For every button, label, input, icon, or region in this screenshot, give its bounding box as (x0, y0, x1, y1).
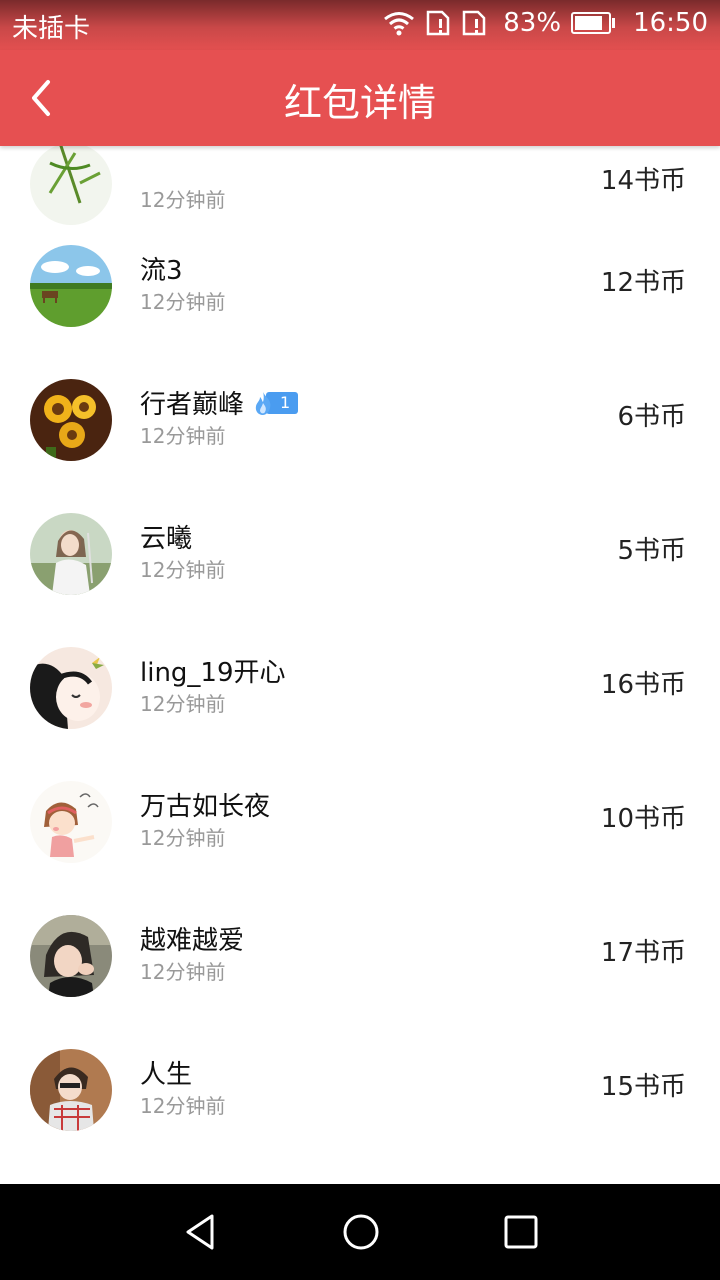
receive-time: 12分钟前 (140, 1094, 226, 1118)
battery-percent: 83% (503, 8, 562, 38)
sim-alert-icon-2 (461, 10, 487, 36)
sim-alert-icon (425, 10, 451, 36)
coin-amount: 6书币 (617, 402, 686, 432)
record-row[interactable]: 万古如长夜 12分钟前 10书币 (0, 764, 720, 898)
record-row[interactable]: 越难越爱 12分钟前 17书币 (0, 898, 720, 1032)
clock: 16:50 (633, 8, 708, 38)
system-navigation-bar (0, 1184, 720, 1280)
record-row[interactable]: 行者巅峰 1 12分钟前 6书币 (0, 362, 720, 496)
record-row[interactable]: 云曦 12分钟前 5书币 (0, 496, 720, 630)
user-name: ling_19开心 (140, 658, 286, 688)
wifi-icon (383, 10, 415, 36)
triangle-back-icon (186, 1214, 214, 1250)
receive-time: 12分钟前 (140, 290, 226, 314)
flame-icon (255, 391, 271, 415)
record-row[interactable]: ling_19开心 12分钟前 16书币 (0, 630, 720, 764)
user-name: 人生 (140, 1060, 193, 1090)
user-name: 云曦 (140, 524, 193, 554)
page-title: 红包详情 (283, 81, 436, 125)
coin-amount: 10书币 (600, 804, 686, 834)
coin-amount: 17书币 (600, 938, 686, 968)
vip-level-badge: 1 (250, 391, 299, 415)
receive-time: 12分钟前 (140, 826, 226, 850)
user-name: 行者巅峰 1 (140, 384, 299, 421)
coin-amount: 12书币 (600, 268, 686, 298)
avatar-child-photo (30, 915, 112, 997)
avatar-cartoon-biu (30, 781, 112, 863)
record-row[interactable]: 人生 12分钟前 15书币 (0, 1032, 720, 1166)
circle-home-icon (343, 1214, 379, 1250)
coin-amount: 14书币 (600, 166, 686, 196)
square-recents-icon (504, 1215, 538, 1249)
user-name: 越难越爱 (140, 926, 245, 956)
receive-time: 12分钟前 (140, 558, 226, 582)
receive-time: 12分钟前 (140, 188, 226, 212)
nav-home-button[interactable] (341, 1212, 381, 1252)
title-bar: 红包详情 (0, 50, 720, 146)
avatar-boy-photo (30, 1049, 112, 1131)
user-name: 流3 (140, 256, 183, 286)
record-row[interactable]: 流3 12分钟前 12书币 (0, 228, 720, 362)
avatar-girl-portrait (30, 513, 112, 595)
receive-time: 12分钟前 (140, 424, 226, 448)
avatar-meadow-horse (30, 245, 112, 327)
avatar-cartoon-girl (30, 647, 112, 729)
coin-amount: 5书币 (617, 536, 686, 566)
coin-amount: 16书币 (600, 670, 686, 700)
nav-recents-button[interactable] (501, 1212, 541, 1252)
battery-icon (571, 12, 616, 34)
avatar-sunflowers (30, 379, 112, 461)
carrier-label: 未插卡 (12, 14, 91, 44)
user-name: 万古如长夜 (140, 792, 271, 822)
receive-time: 12分钟前 (140, 692, 226, 716)
status-bar: 未插卡 83% 16:50 (0, 0, 720, 50)
nav-back-button[interactable] (180, 1212, 220, 1252)
red-packet-record-list[interactable]: 12分钟前 14书币 流3 12分钟前 12书币 行者巅峰 1 12分钟前 6书… (0, 146, 720, 1184)
receive-time: 12分钟前 (140, 960, 226, 984)
coin-amount: 15书币 (600, 1072, 686, 1102)
avatar-bamboo (30, 146, 112, 225)
